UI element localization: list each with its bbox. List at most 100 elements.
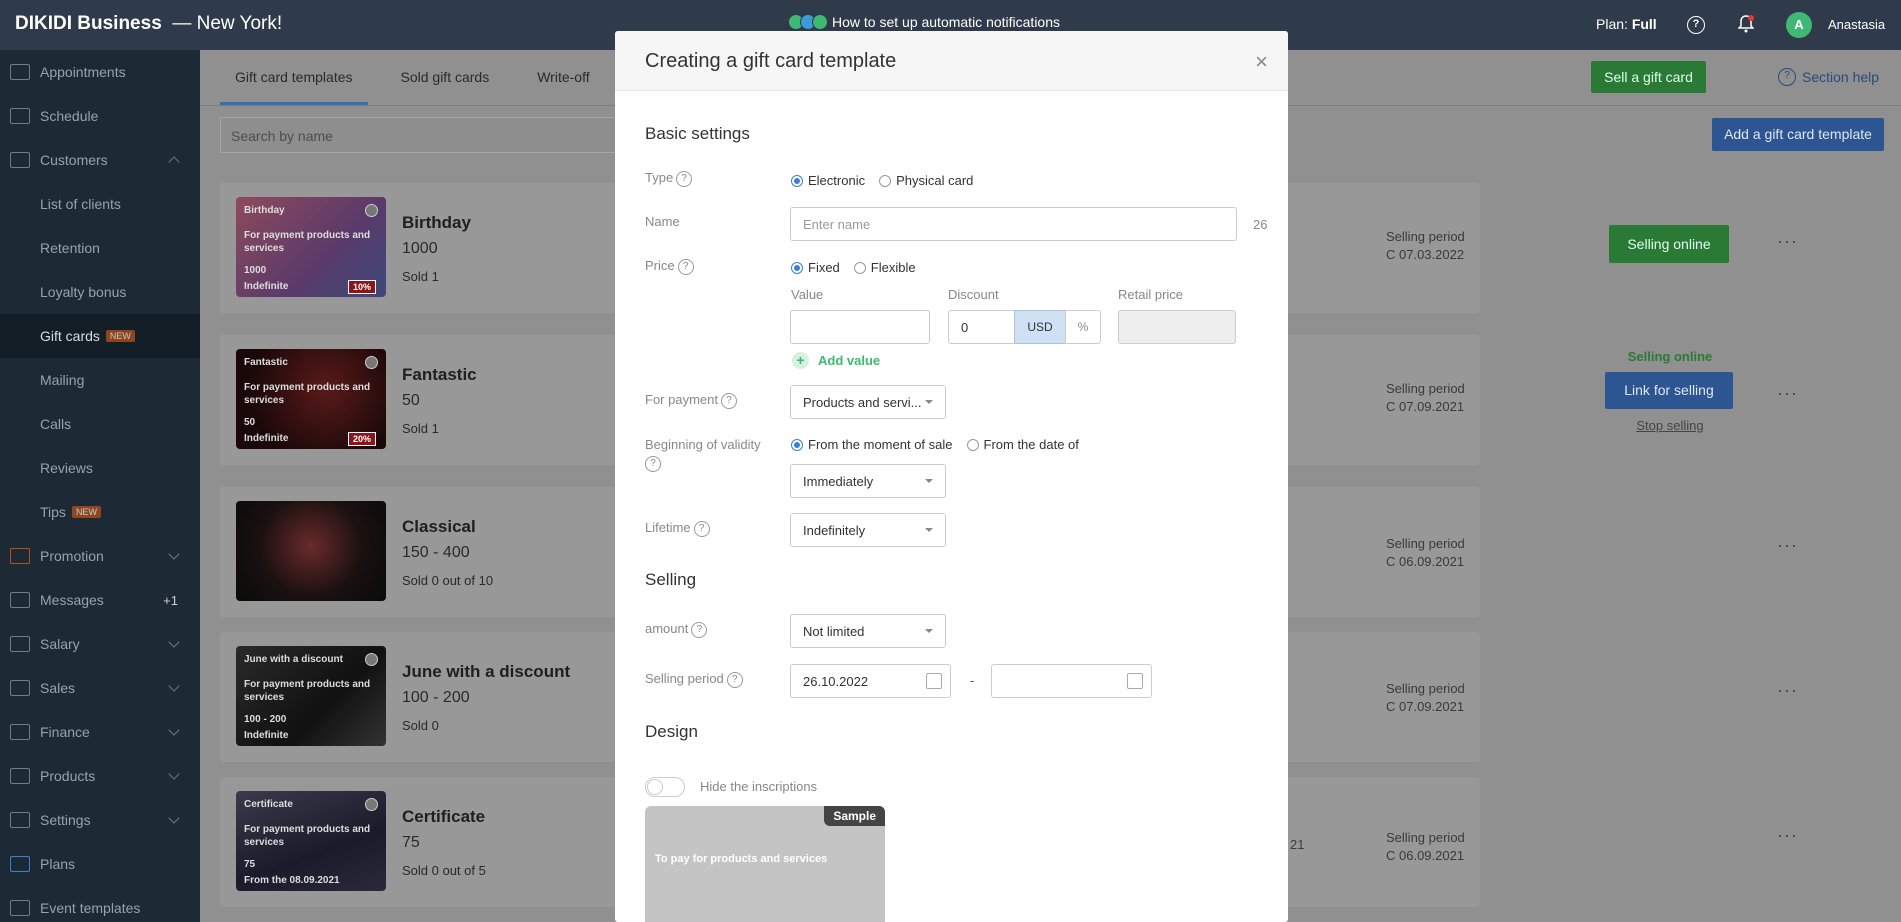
- price-flexible-radio[interactable]: Flexible: [853, 260, 916, 275]
- help-icon[interactable]: ?: [691, 621, 708, 638]
- validity-from-date-radio[interactable]: From the date of: [966, 437, 1079, 452]
- payment-select[interactable]: Products and servi...: [790, 385, 946, 419]
- search-input[interactable]: Search by name: [220, 117, 650, 153]
- calendar-icon[interactable]: [926, 673, 942, 689]
- more-icon[interactable]: ···: [1777, 231, 1798, 252]
- period-start-input[interactable]: 26.10.2022: [790, 664, 951, 698]
- card-name: Fantastic: [402, 365, 477, 384]
- more-icon[interactable]: ···: [1777, 680, 1798, 701]
- selling-period: Selling period C 06.09.2021: [1386, 830, 1465, 863]
- value-input[interactable]: [790, 310, 930, 344]
- new-badge: NEW: [105, 330, 135, 342]
- sidebar-item-calls[interactable]: Calls: [0, 402, 200, 446]
- hide-inscriptions-toggle[interactable]: [645, 777, 685, 797]
- card-name: Classical: [402, 517, 476, 536]
- sidebar-item-mailing[interactable]: Mailing: [0, 358, 200, 402]
- add-value-button[interactable]: + Add value: [792, 352, 880, 369]
- brand-title[interactable]: DIKIDI Business — New York!: [15, 13, 282, 35]
- sidebar-item-sales[interactable]: Sales: [0, 666, 200, 710]
- logo-icon: [365, 356, 378, 369]
- sidebar-item-plans[interactable]: Plans: [0, 842, 200, 886]
- help-icon[interactable]: ?: [720, 392, 737, 409]
- amount-select[interactable]: Not limited: [790, 614, 946, 648]
- sidebar-item-appointments[interactable]: Appointments: [0, 50, 200, 94]
- logo-icon: [365, 653, 378, 666]
- user-name[interactable]: Anastasia: [1828, 17, 1885, 32]
- help-icon: ?: [1778, 68, 1796, 86]
- more-icon[interactable]: ···: [1777, 535, 1798, 556]
- discount-label: Discount: [948, 287, 999, 302]
- chevron-down-icon: [168, 680, 180, 692]
- validity-moment-of-sale-radio[interactable]: From the moment of sale: [791, 437, 953, 452]
- plan-indicator[interactable]: Plan: Full: [1596, 16, 1657, 32]
- type-electronic-radio[interactable]: Electronic: [791, 173, 865, 188]
- help-icon[interactable]: ?: [676, 170, 693, 187]
- bell-icon[interactable]: [1737, 15, 1755, 33]
- card-sold: Sold 0 out of 5: [402, 863, 486, 878]
- chevron-down-icon: [168, 812, 180, 824]
- help-icon[interactable]: ?: [677, 258, 694, 275]
- sell-gift-card-button[interactable]: Sell a gift card: [1591, 61, 1706, 93]
- sidebar-item-schedule[interactable]: Schedule: [0, 94, 200, 138]
- layers-icon: [10, 856, 30, 872]
- help-icon[interactable]: ?: [1687, 16, 1705, 34]
- sidebar-item-tips[interactable]: Tips NEW: [0, 490, 200, 534]
- selling-online-button[interactable]: Selling online: [1609, 225, 1729, 263]
- finance-icon: [10, 724, 30, 740]
- period-end-input[interactable]: [991, 664, 1152, 698]
- avatar[interactable]: A: [1786, 12, 1812, 38]
- sidebar-item-salary[interactable]: Salary: [0, 622, 200, 666]
- sidebar-item-finance[interactable]: Finance: [0, 710, 200, 754]
- help-icon[interactable]: ?: [645, 455, 661, 472]
- sidebar-item-products[interactable]: Products: [0, 754, 200, 798]
- type-physical-radio[interactable]: Physical card: [879, 173, 973, 188]
- sidebar-item-settings[interactable]: Settings: [0, 798, 200, 842]
- more-icon[interactable]: ···: [1777, 383, 1798, 404]
- card-sold: Sold 0: [402, 718, 439, 733]
- currency-usd-toggle[interactable]: USD: [1014, 310, 1066, 344]
- preview-text: To pay for products and services: [655, 853, 828, 865]
- section-help-link[interactable]: ? Section help: [1775, 68, 1879, 86]
- selling-period: Selling period C 07.09.2021: [1386, 381, 1465, 414]
- help-icon[interactable]: ?: [726, 671, 743, 688]
- sidebar-item-customers[interactable]: Customers: [0, 138, 200, 182]
- name-input[interactable]: Enter name: [790, 207, 1237, 241]
- notification-text[interactable]: How to set up automatic notifications: [832, 14, 1060, 30]
- message-count: +1: [163, 592, 178, 608]
- sidebar-item-loyalty-bonus[interactable]: Loyalty bonus: [0, 270, 200, 314]
- card-value: 50: [402, 392, 420, 409]
- users-icon: [10, 152, 30, 168]
- sample-badge: Sample: [824, 806, 885, 826]
- notification-banner[interactable]: How to set up automatic notifications: [788, 14, 1060, 30]
- add-template-button[interactable]: Add a gift card template: [1712, 118, 1884, 151]
- sidebar: Appointments Schedule Customers List of …: [0, 50, 200, 922]
- sidebar-item-retention[interactable]: Retention: [0, 226, 200, 270]
- sidebar-item-list-of-clients[interactable]: List of clients: [0, 182, 200, 226]
- sidebar-item-messages[interactable]: Messages +1: [0, 578, 200, 622]
- price-fixed-radio[interactable]: Fixed: [791, 260, 840, 275]
- card-value: 150 - 400: [402, 544, 470, 561]
- stop-selling-link[interactable]: Stop selling: [1615, 418, 1725, 433]
- currency-percent-toggle[interactable]: %: [1065, 310, 1101, 344]
- sidebar-item-gift-cards[interactable]: Gift cards NEW: [0, 314, 200, 358]
- card-thumbnail: Birthday For payment products and servic…: [236, 197, 386, 297]
- calendar-icon[interactable]: [1127, 673, 1143, 689]
- lifetime-select[interactable]: Indefinitely: [790, 513, 946, 547]
- tab-write-off[interactable]: Write-off: [522, 50, 604, 105]
- tab-sold-gift-cards[interactable]: Sold gift cards: [386, 50, 505, 105]
- period-dash: -: [970, 673, 975, 688]
- chevron-down-icon: [168, 724, 180, 736]
- sidebar-item-event-templates[interactable]: Event templates: [0, 886, 200, 922]
- discount-input[interactable]: 0: [948, 310, 1015, 344]
- link-for-selling-button[interactable]: Link for selling: [1605, 372, 1733, 409]
- help-icon[interactable]: ?: [693, 520, 710, 537]
- tab-gift-card-templates[interactable]: Gift card templates: [220, 50, 368, 105]
- selling-period: Selling period C 07.09.2021: [1386, 681, 1465, 714]
- sidebar-item-promotion[interactable]: Promotion: [0, 534, 200, 578]
- close-icon[interactable]: ×: [1255, 49, 1268, 75]
- more-icon[interactable]: ···: [1777, 825, 1798, 846]
- chevron-down-icon: [168, 548, 180, 560]
- sidebar-item-reviews[interactable]: Reviews: [0, 446, 200, 490]
- plus-icon: +: [792, 352, 809, 369]
- validity-select[interactable]: Immediately: [790, 464, 946, 498]
